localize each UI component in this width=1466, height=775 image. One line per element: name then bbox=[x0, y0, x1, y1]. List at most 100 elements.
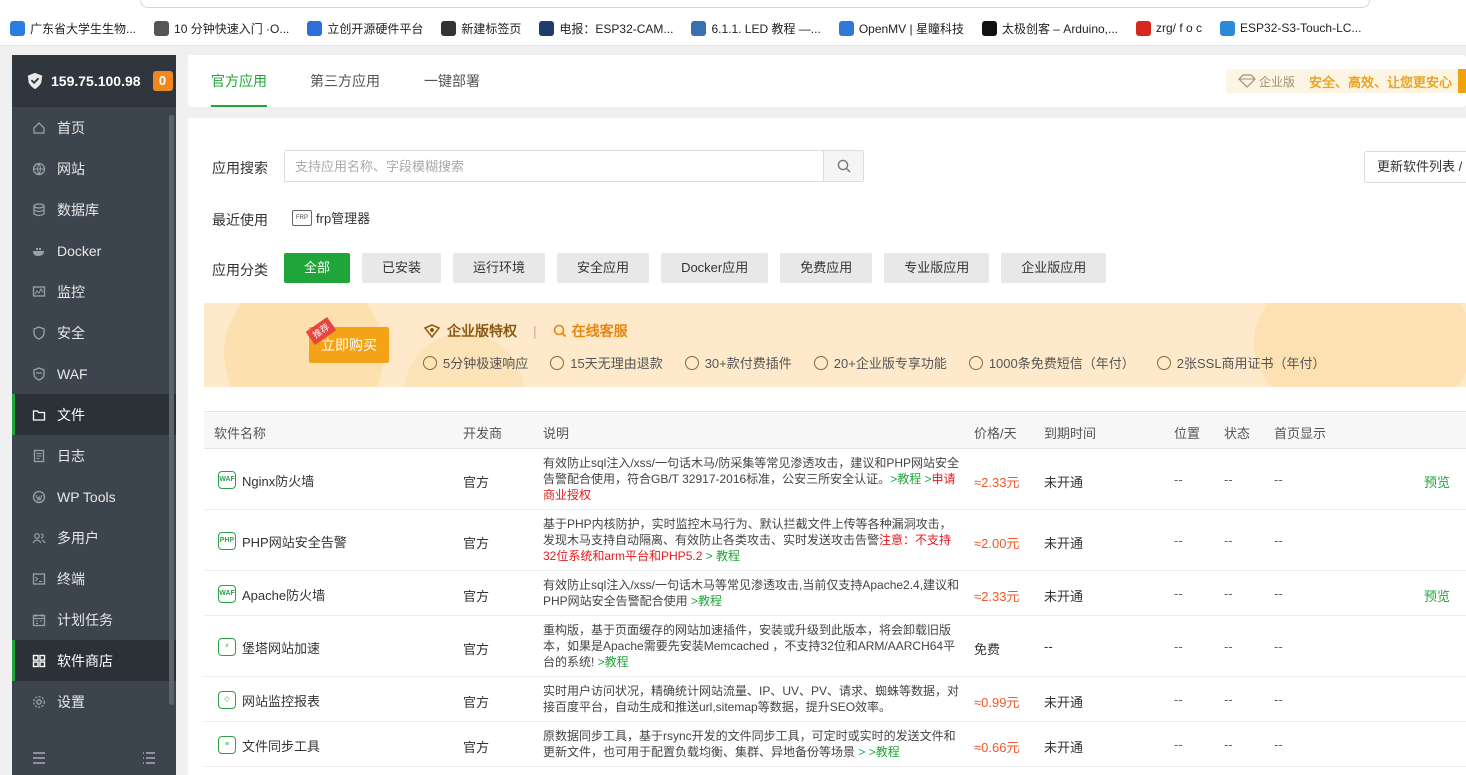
sidebar-item-2[interactable]: 网站 bbox=[12, 148, 176, 189]
server-header: 159.75.100.98 0 bbox=[12, 55, 176, 107]
server-ip[interactable]: 159.75.100.98 bbox=[51, 73, 141, 89]
sidebar-item-label: 网站 bbox=[57, 160, 85, 177]
search-box bbox=[284, 150, 864, 182]
newtab-icon bbox=[441, 20, 457, 36]
app-price: ≈2.00元 bbox=[974, 535, 1020, 551]
sidebar-item-5[interactable]: 监控 bbox=[12, 271, 176, 312]
sidebar-item-label: 设置 bbox=[57, 693, 85, 710]
category-button[interactable]: 免费应用 bbox=[780, 253, 873, 283]
privilege-icon bbox=[813, 355, 828, 370]
enterprise-edge[interactable] bbox=[1458, 69, 1466, 93]
table-row[interactable]: WAF Nginx防火墙 官方 有效防止sql注入/xss/一句话木马/防采集等常见渗… bbox=[204, 449, 1466, 510]
tutorial-link[interactable]: >教程 bbox=[598, 655, 629, 669]
sidebar-item-7[interactable]: WAF bbox=[12, 353, 176, 394]
tab-third-party-apps[interactable]: 第三方应用 bbox=[310, 55, 380, 107]
table-body: WAF Nginx防火墙 官方 有效防止sql注入/xss/一句话木马/防采集等常见渗… bbox=[204, 449, 1466, 767]
enterprise-promo-banner: 立即购买 推荐 企业版特权 | 在线客服 5分钟极速响应 15天无理由退款 30+款… bbox=[204, 303, 1466, 387]
app-name[interactable]: ⚡ 堡塔网站加速 bbox=[218, 638, 320, 657]
app-description: 实时用户访问状况，精确统计网站流量、IP、UV、PV、请求、蜘蛛等数据，对接百度… bbox=[543, 683, 961, 715]
bookmark-item[interactable]: 电报：ESP32-CAM... bbox=[539, 18, 673, 38]
enterprise-privilege[interactable]: 企业版特权 bbox=[447, 321, 517, 341]
online-service-link[interactable]: 在线客服 bbox=[572, 321, 628, 341]
sidebar-item-6[interactable]: 安全 bbox=[12, 312, 176, 353]
app-search-input[interactable] bbox=[285, 151, 825, 181]
tutorial-link[interactable]: >教程 bbox=[691, 594, 722, 608]
bookmark-item[interactable]: 10 分钟快速入门 ·O... bbox=[154, 18, 289, 38]
category-button[interactable]: 专业版应用 bbox=[884, 253, 990, 283]
preview-link[interactable]: 预览 bbox=[1424, 586, 1450, 605]
sidebar-item-9[interactable]: 日志 bbox=[12, 435, 176, 476]
sidebar-item-14[interactable]: 软件商店 bbox=[12, 640, 176, 681]
bookmark-item[interactable]: ESP32-S3-Touch-LC... bbox=[1220, 18, 1361, 38]
sidebar-item-label: 首页 bbox=[57, 119, 85, 136]
col-price[interactable]: 价格/天 bbox=[974, 423, 1017, 442]
app-position: -- bbox=[1174, 471, 1183, 487]
sidebar-scrollbar[interactable] bbox=[169, 115, 174, 705]
bookmark-item[interactable]: 立创开源硬件平台 bbox=[307, 18, 423, 38]
preview-link[interactable]: 预览 bbox=[1424, 472, 1450, 491]
bookmark-label: 太极创客 – Arduino,... bbox=[1001, 21, 1119, 36]
app-name[interactable]: WAF Apache防火墙 bbox=[218, 585, 325, 604]
app-name[interactable]: WAF Nginx防火墙 bbox=[218, 471, 314, 490]
category-button[interactable]: 安全应用 bbox=[557, 253, 650, 283]
sidebar-item-label: Docker bbox=[57, 242, 102, 259]
sidebar-item-label: 多用户 bbox=[57, 529, 99, 546]
sidebar-item-label: 软件商店 bbox=[57, 652, 113, 669]
table-row[interactable]: ⚡ 堡塔网站加速 官方 重构版，基于页面缓存的网站加速插件，安装或升级到此版本，将会卸… bbox=[204, 616, 1466, 677]
tab-one-click-deploy[interactable]: 一键部署 bbox=[424, 55, 480, 107]
app-icon: WAF bbox=[218, 585, 236, 603]
sidebar-item-1[interactable]: 首页 bbox=[12, 107, 176, 148]
tutorial-link[interactable]: > 教程 bbox=[702, 549, 740, 563]
table-row[interactable]: ◇ 网站监控报表 官方 实时用户访问状况，精确统计网站流量、IP、UV、PV、请求、蜘… bbox=[204, 677, 1466, 722]
category-button[interactable]: 企业版应用 bbox=[1001, 253, 1107, 283]
tab-official-apps[interactable]: 官方应用 bbox=[211, 55, 267, 107]
divider: | bbox=[533, 323, 537, 339]
sidebar-item-15[interactable]: 设置 bbox=[12, 681, 176, 722]
recent-item-frp[interactable]: FRP frp管理器 bbox=[292, 208, 370, 227]
settings-icon bbox=[32, 695, 46, 709]
search-label: 应用搜索 bbox=[212, 160, 268, 176]
bookmark-item[interactable]: 广东省大学生生物... bbox=[10, 18, 136, 38]
collapse-icon[interactable] bbox=[32, 751, 46, 767]
app-description: 有效防止sql注入/xss/一句话木马等常见渗透攻击,当前仅支持Apache2.… bbox=[543, 577, 961, 609]
log-icon bbox=[32, 449, 46, 463]
bookmark-label: zrg/ f o c bbox=[1156, 21, 1203, 35]
sidebar-item-3[interactable]: 数据库 bbox=[12, 189, 176, 230]
sidebar-item-13[interactable]: 计划任务 bbox=[12, 599, 176, 640]
category-button[interactable]: 运行环境 bbox=[453, 253, 546, 283]
enterprise-banner[interactable]: 企业版 安全、高效、让您更安心 bbox=[1226, 69, 1458, 93]
store-tab-bar: 官方应用 第三方应用 一键部署 企业版 安全、高效、让您更安心 bbox=[188, 55, 1466, 107]
banner-decoration bbox=[1254, 303, 1466, 387]
table-row[interactable]: PHP PHP网站安全告警 官方 基于PHP内核防护，实时监控木马行为、默认拦截文件上… bbox=[204, 510, 1466, 571]
bookmark-item[interactable]: OpenMV | 星瞳科技 bbox=[838, 18, 964, 38]
search-button[interactable] bbox=[823, 151, 863, 181]
bookmark-item[interactable]: zrg/ f o c bbox=[1136, 18, 1202, 38]
app-name[interactable]: ≡ 文件同步工具 bbox=[218, 736, 320, 755]
tutorial-link[interactable]: > >教程 bbox=[858, 745, 899, 759]
bookmark-item[interactable]: 太极创客 – Arduino,... bbox=[981, 18, 1119, 38]
sidebar-item-4[interactable]: Docker bbox=[12, 230, 176, 271]
sidebar-item-8[interactable]: 文件 bbox=[12, 394, 176, 435]
category-button[interactable]: 全部 bbox=[284, 253, 351, 283]
category-button[interactable]: 已安装 bbox=[362, 253, 442, 283]
bookmark-item[interactable]: 新建标签页 bbox=[441, 18, 521, 38]
table-row[interactable]: ≡ 文件同步工具 官方 原数据同步工具，基于rsync开发的文件同步工具，可定时或实时… bbox=[204, 722, 1466, 767]
table-row[interactable]: WAF Apache防火墙 官方 有效防止sql注入/xss/一句话木马等常见渗透攻击… bbox=[204, 571, 1466, 616]
app-name[interactable]: PHP PHP网站安全告警 bbox=[218, 532, 347, 551]
sidebar-item-11[interactable]: 多用户 bbox=[12, 517, 176, 558]
recent-label: 最近使用 bbox=[212, 212, 268, 228]
update-software-list-button[interactable]: 更新软件列表 / 支 bbox=[1364, 151, 1466, 183]
bookmark-item[interactable]: 6.1.1. LED 教程 —... bbox=[691, 18, 821, 38]
category-button[interactable]: Docker应用 bbox=[661, 253, 769, 283]
app-developer: 官方 bbox=[463, 739, 490, 755]
shield-icon bbox=[32, 325, 46, 340]
menu-list-icon[interactable] bbox=[142, 751, 156, 767]
app-name[interactable]: ◇ 网站监控报表 bbox=[218, 691, 320, 710]
sidebar-item-12[interactable]: 终端 bbox=[12, 558, 176, 599]
notification-badge[interactable]: 0 bbox=[152, 71, 173, 91]
col-expire[interactable]: 到期时间 bbox=[1044, 423, 1096, 442]
tutorial-link[interactable]: >教程 > bbox=[890, 472, 931, 486]
gear-icon bbox=[691, 20, 707, 36]
app-developer: 官方 bbox=[463, 474, 490, 490]
sidebar-item-10[interactable]: WP Tools bbox=[12, 476, 176, 517]
